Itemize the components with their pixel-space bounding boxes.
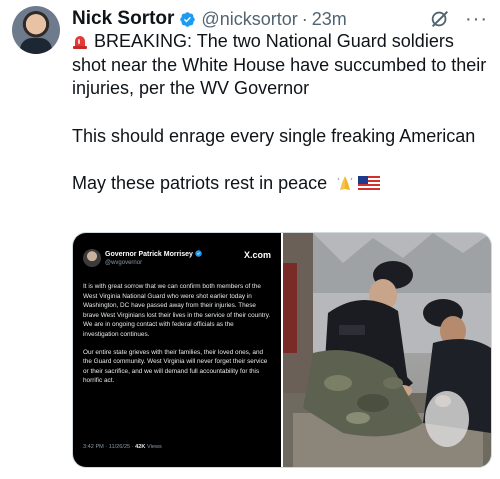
author-avatar[interactable] <box>12 6 60 54</box>
grok-icon[interactable] <box>429 8 451 30</box>
embedded-views-count: 42K <box>135 444 146 450</box>
author-handle[interactable]: @nicksortor <box>201 9 297 30</box>
tweet-line-2: This should enrage every single freaking… <box>72 125 476 146</box>
tweet-paragraph-1: BREAKING: The two National Guard soldier… <box>72 30 492 101</box>
scene-photo-illustration <box>283 233 491 467</box>
tweet-text: BREAKING: The two National Guard soldier… <box>72 30 492 196</box>
tweet-line-3: May these patriots rest in peace <box>72 173 328 193</box>
embedded-post-image[interactable]: Governor Patrick Morrisey @wvgovernor X.… <box>73 233 281 467</box>
embedded-timestamp: 3:42 PM · 11/26/25 · <box>83 444 134 450</box>
separator-dot: · <box>301 8 308 29</box>
more-icon[interactable]: ··· <box>465 9 488 29</box>
praying-hands-emoji <box>337 176 353 190</box>
embedded-handle: @wvgovernor <box>105 260 143 266</box>
author-name[interactable]: Nick Sortor <box>72 8 174 30</box>
embedded-paragraph-1: It is with great sorrow that we can conf… <box>83 283 271 338</box>
tweet-header: Nick Sortor @nicksortor · 23m ··· <box>72 6 488 32</box>
embedded-post-meta: 3:42 PM · 11/26/25 · 42K Views <box>83 444 162 450</box>
us-flag-emoji <box>358 176 381 190</box>
media-grid: Governor Patrick Morrisey @wvgovernor X.… <box>72 232 492 468</box>
siren-emoji <box>73 36 87 49</box>
embedded-verified-icon <box>195 250 202 257</box>
embedded-paragraph-2: Our entire state grieves with their fami… <box>83 348 268 385</box>
scene-photo[interactable] <box>283 233 491 467</box>
tweet-line-1: BREAKING: The two National Guard soldier… <box>72 31 487 98</box>
x-brand-label: X.com <box>243 250 271 260</box>
post-time[interactable]: 23m <box>312 9 347 30</box>
governor-avatar <box>83 249 101 267</box>
tweet-paragraph-3: May these patriots rest in peace <box>72 172 492 196</box>
embedded-views-label: Views <box>146 444 162 450</box>
embedded-author-name: Governor Patrick Morrisey <box>105 250 202 258</box>
verified-badge-icon <box>180 11 196 27</box>
embedded-post-text: It is with great sorrow that we can conf… <box>83 282 271 394</box>
